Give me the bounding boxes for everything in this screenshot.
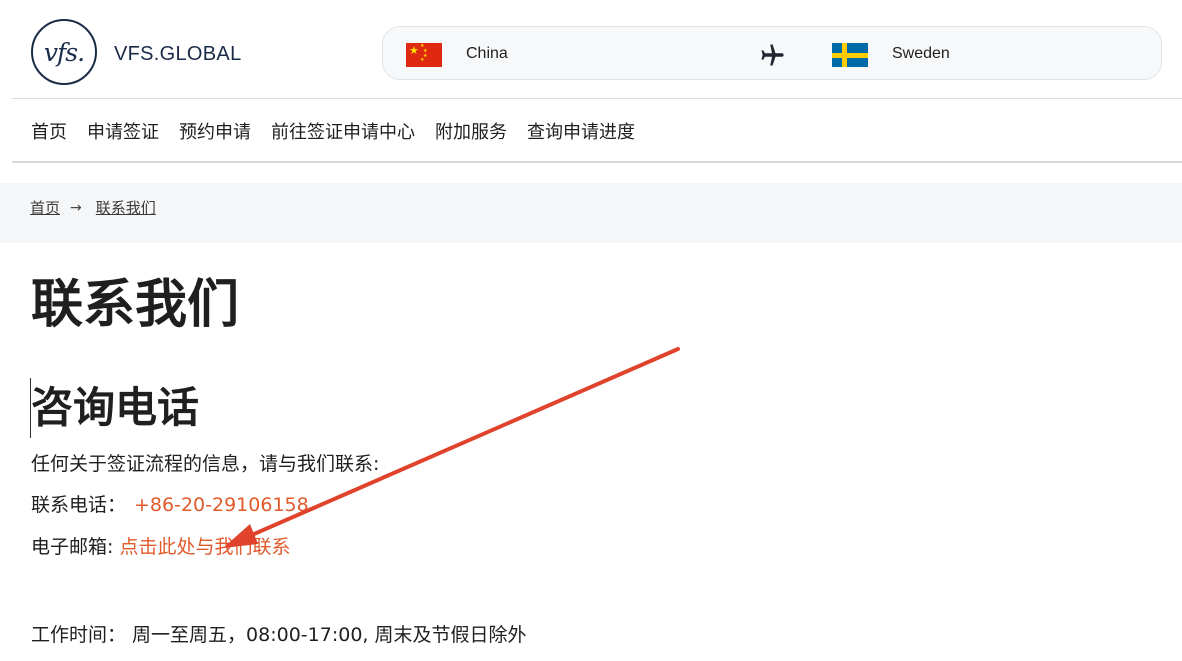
breadcrumb-band: [0, 183, 1182, 243]
vfs-logo[interactable]: vfs.: [31, 19, 97, 85]
phone-row: 联系电话： +86-20-29106158: [31, 490, 309, 517]
nav-item-apply-visa[interactable]: 申请签证: [87, 118, 159, 144]
destination-country[interactable]: Sweden: [892, 45, 950, 63]
main-nav: 首页 申请签证 预约申请 前往签证申请中心 附加服务 查询申请进度: [31, 118, 655, 144]
phone-link[interactable]: +86-20-29106158: [134, 494, 309, 516]
email-contact-link[interactable]: 点击此处与我们联系: [119, 536, 290, 558]
breadcrumb: 首页 → 联系我们: [30, 197, 156, 218]
header-divider: [12, 98, 1182, 99]
email-row: 电子邮箱: 点击此处与我们联系: [31, 532, 290, 559]
vfs-logo-text: vfs.: [43, 37, 85, 67]
nav-divider: [12, 161, 1182, 163]
brand-name[interactable]: VFS.GLOBAL: [114, 43, 242, 66]
nav-item-home[interactable]: 首页: [31, 118, 67, 144]
section-title: 咨询电话: [31, 383, 200, 432]
china-flag-icon: ★ ★ ★ ★ ★: [406, 43, 442, 67]
sweden-flag-icon: [832, 43, 868, 67]
page-title: 联系我们: [31, 275, 240, 335]
nav-item-additional-services[interactable]: 附加服务: [435, 118, 507, 144]
airplane-icon: [761, 44, 784, 66]
intro-text: 任何关于签证流程的信息，请与我们联系:: [31, 453, 380, 475]
origin-country[interactable]: China: [466, 45, 508, 63]
nav-item-track-application[interactable]: 查询申请进度: [527, 118, 635, 144]
breadcrumb-home-link[interactable]: 首页: [30, 197, 60, 218]
email-label: 电子邮箱:: [31, 536, 114, 558]
phone-label: 联系电话：: [31, 494, 127, 516]
nav-item-visit-centre[interactable]: 前往签证申请中心: [271, 118, 415, 144]
working-hours: 工作时间： 周一至周五，08:00-17:00, 周末及节假日除外: [31, 624, 527, 646]
arrow-right-icon: →: [70, 199, 82, 216]
nav-item-book-appointment[interactable]: 预约申请: [179, 118, 251, 144]
breadcrumb-current-link[interactable]: 联系我们: [96, 197, 156, 218]
route-selector[interactable]: ★ ★ ★ ★ ★ China Sweden: [382, 26, 1162, 80]
